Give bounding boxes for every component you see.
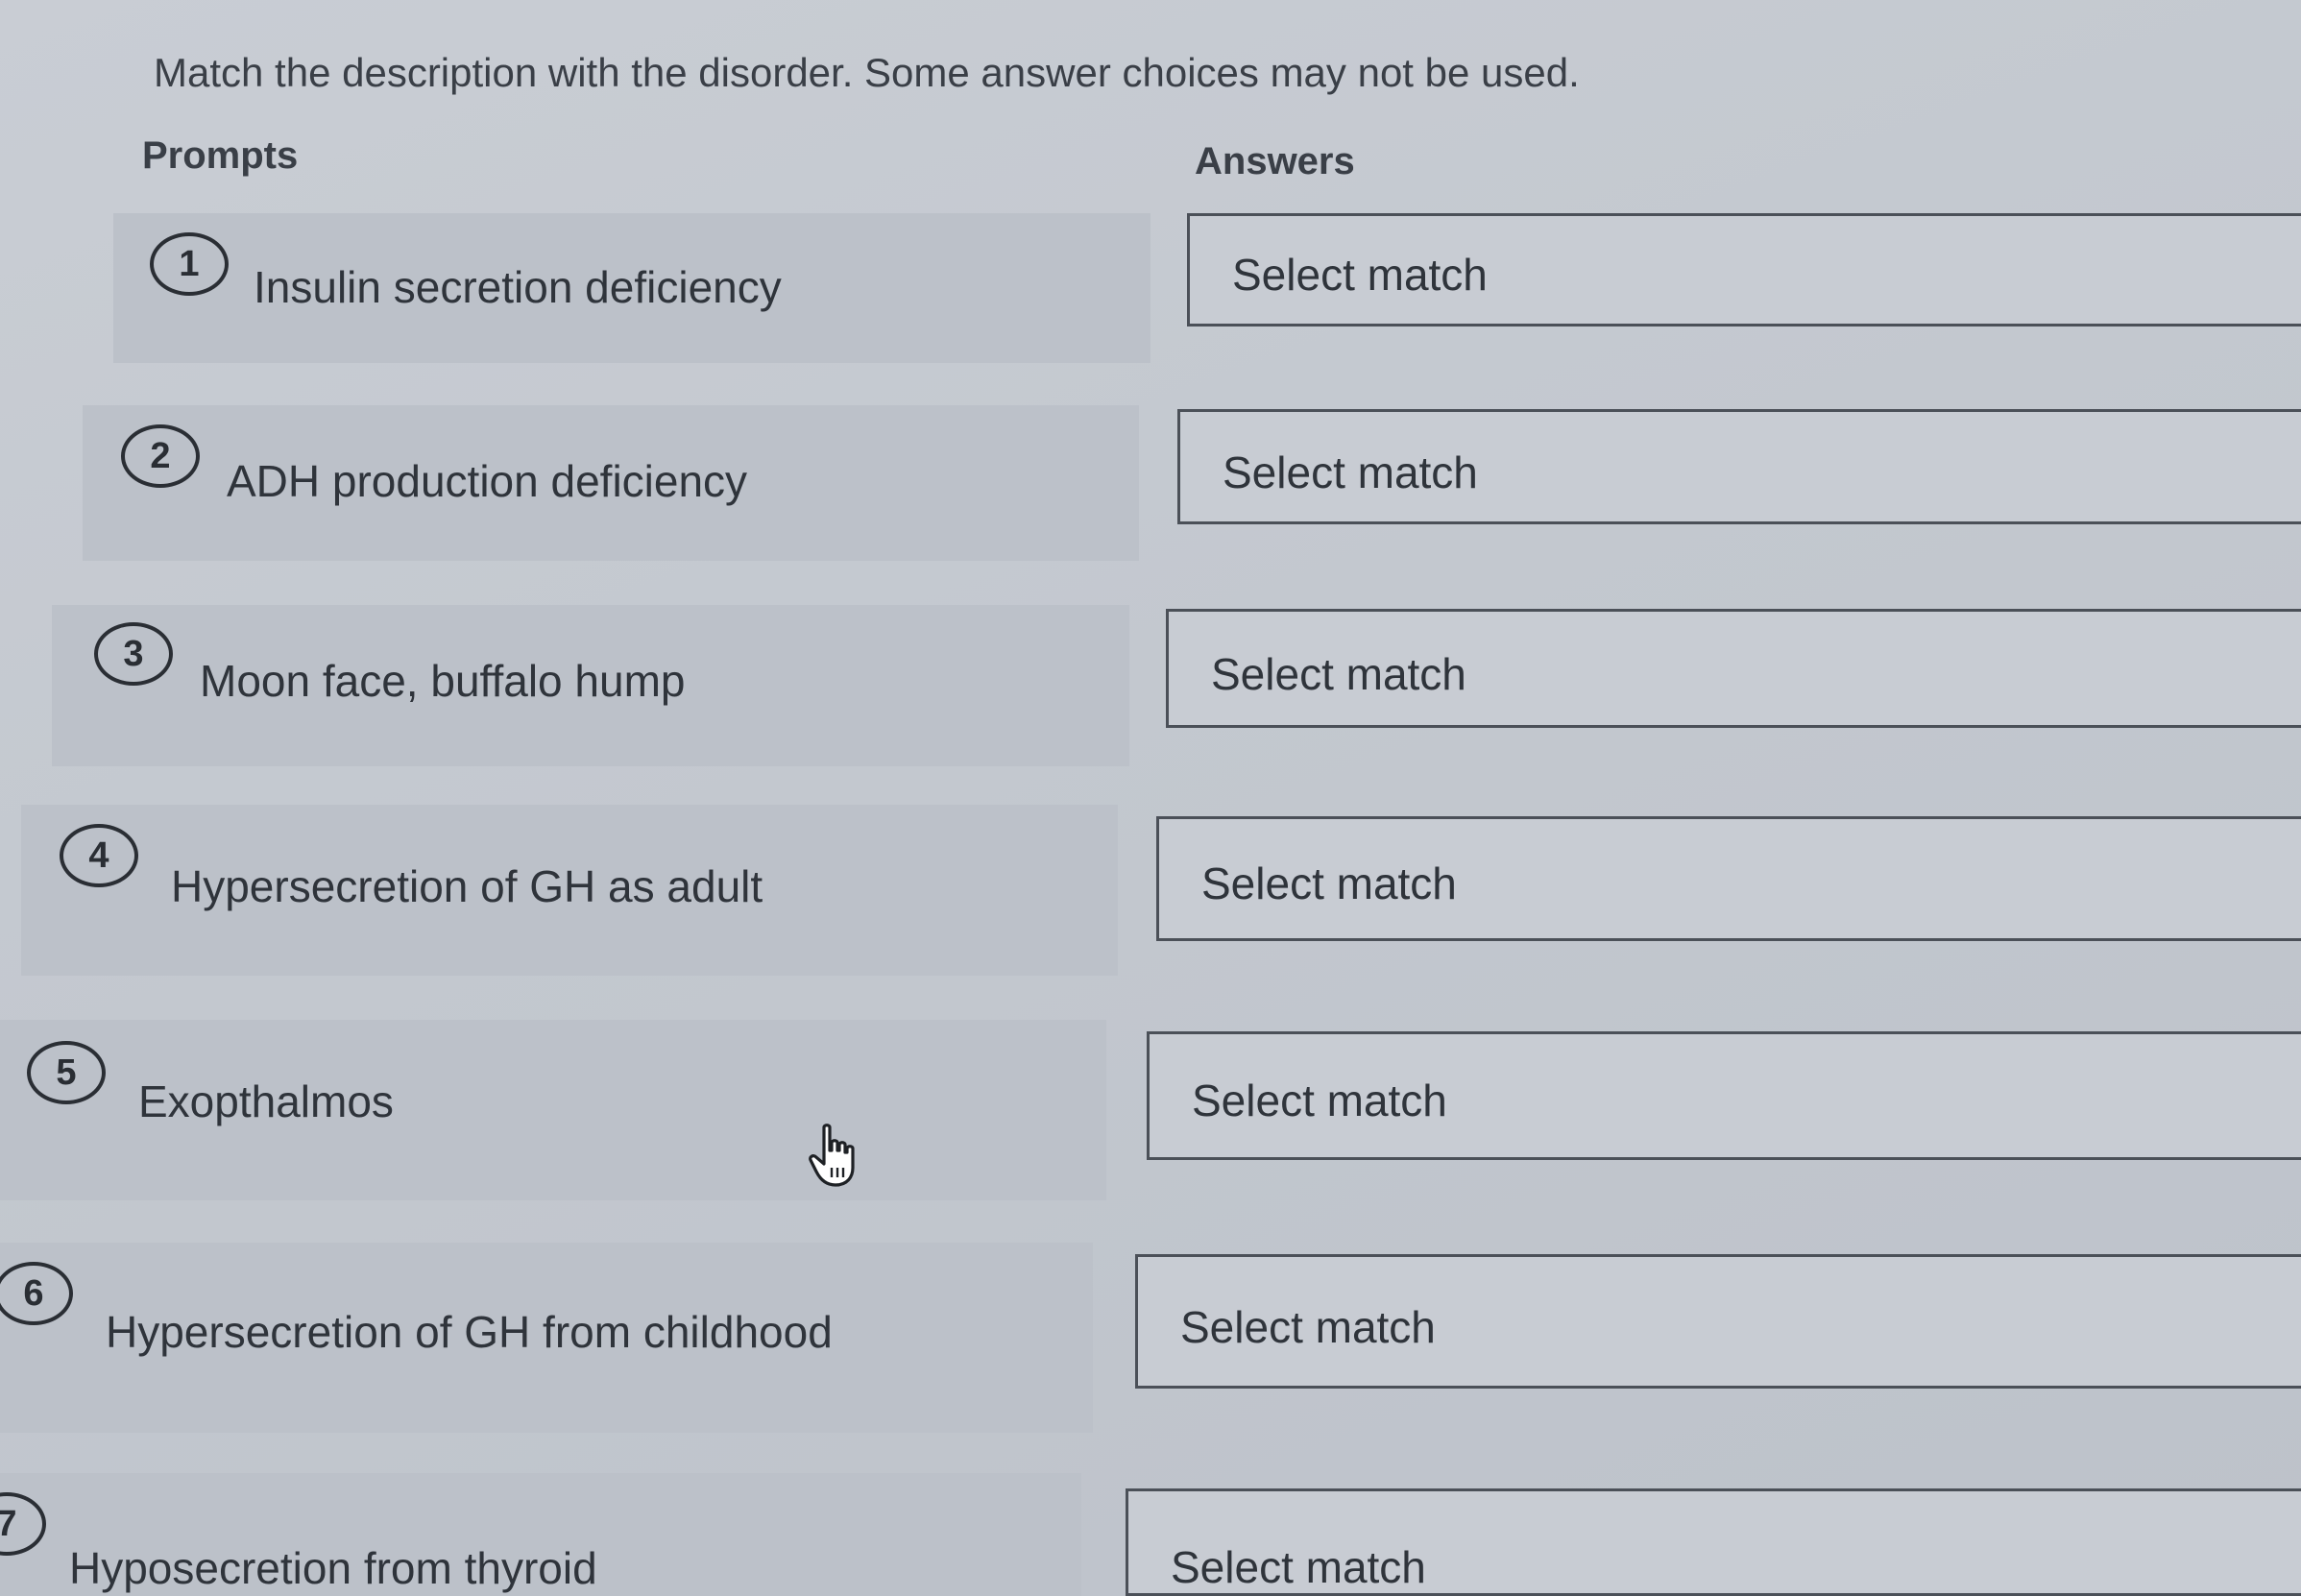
prompt-row-3: 3 Moon face, buffalo hump — [52, 605, 1129, 766]
answer-select-label-3: Select match — [1211, 649, 1466, 699]
prompt-number-1: 1 — [150, 232, 229, 296]
prompt-text-6: Hypersecretion of GH from childhood — [106, 1307, 833, 1357]
answer-select-label-1: Select match — [1232, 250, 1488, 300]
answer-select-7[interactable]: Select match — [1126, 1488, 2301, 1596]
answer-select-5[interactable]: Select match — [1147, 1031, 2301, 1160]
answer-select-4[interactable]: Select match — [1156, 816, 2301, 941]
prompt-number-7: 7 — [0, 1492, 46, 1556]
prompt-text-3: Moon face, buffalo hump — [200, 656, 686, 706]
answer-select-label-7: Select match — [1171, 1542, 1426, 1592]
prompt-row-5: 5 Exopthalmos — [0, 1020, 1106, 1200]
prompt-row-6: 6 Hypersecretion of GH from childhood — [0, 1243, 1093, 1433]
answer-select-6[interactable]: Select match — [1135, 1254, 2301, 1389]
answer-select-label-2: Select match — [1223, 447, 1478, 497]
answer-select-2[interactable]: Select match — [1177, 409, 2301, 524]
prompt-number-6: 6 — [0, 1262, 73, 1325]
prompt-text-4: Hypersecretion of GH as adult — [171, 861, 763, 911]
answer-select-label-5: Select match — [1192, 1076, 1447, 1125]
prompt-text-7: Hyposecretion from thyroid — [69, 1543, 597, 1593]
prompt-text-5: Exopthalmos — [138, 1076, 394, 1126]
instruction-text: Match the description with the disorder.… — [154, 50, 1580, 95]
answer-select-3[interactable]: Select match — [1166, 609, 2301, 728]
prompt-number-5: 5 — [27, 1041, 106, 1104]
prompt-row-7: 7 Hyposecretion from thyroid — [0, 1473, 1081, 1596]
answer-select-label-4: Select match — [1201, 858, 1457, 908]
prompt-row-2: 2 ADH production deficiency — [83, 405, 1139, 561]
prompt-number-3: 3 — [94, 622, 173, 686]
prompt-number-2: 2 — [121, 424, 200, 488]
prompts-header: Prompts — [142, 134, 299, 177]
answers-header: Answers — [1195, 140, 1355, 182]
prompt-text-1: Insulin secretion deficiency — [254, 262, 782, 312]
answer-select-label-6: Select match — [1180, 1302, 1436, 1352]
prompt-row-1: 1 Insulin secretion deficiency — [113, 213, 1150, 363]
answer-select-1[interactable]: Select match — [1187, 213, 2301, 326]
prompt-text-2: ADH production deficiency — [227, 456, 748, 506]
prompt-row-4: 4 Hypersecretion of GH as adult — [21, 805, 1118, 976]
prompt-number-4: 4 — [60, 824, 138, 887]
hand-pointer-icon — [809, 1124, 855, 1187]
